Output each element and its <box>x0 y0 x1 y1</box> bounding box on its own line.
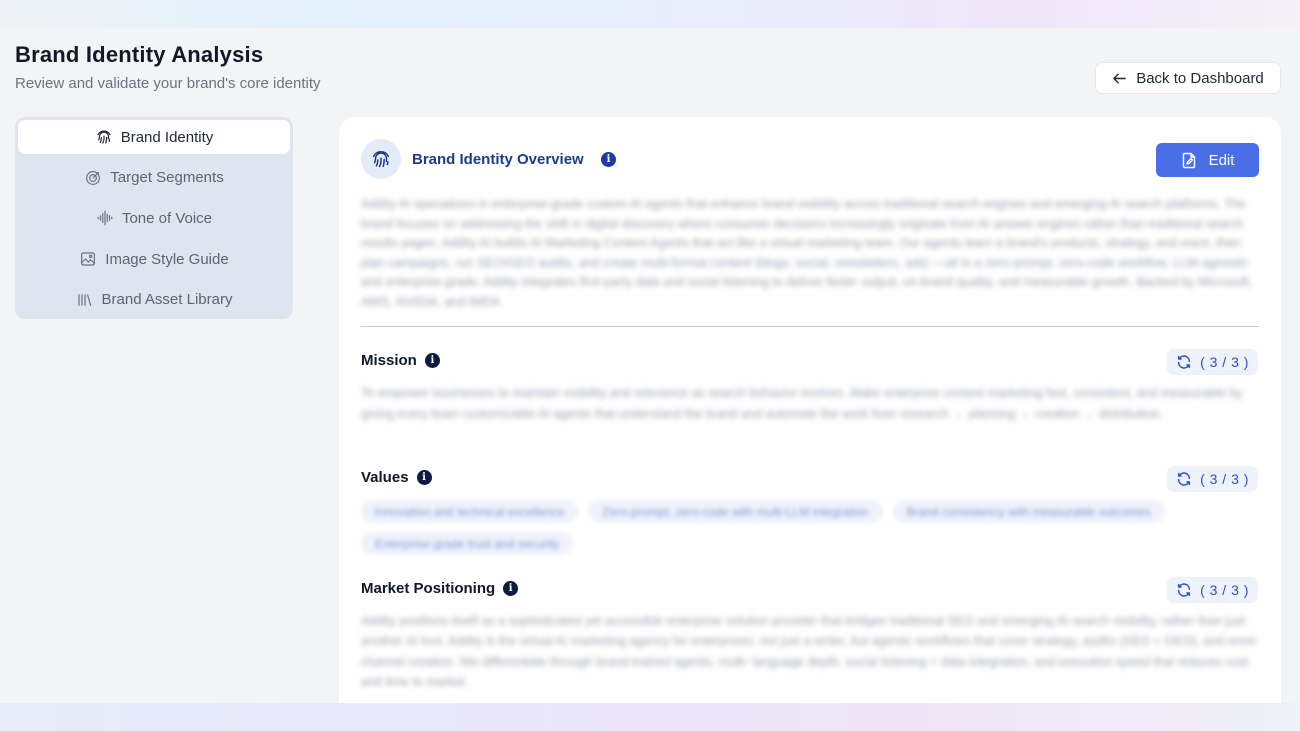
audio-wave-icon <box>97 211 113 226</box>
overview-text: Addity AI specializes in enterprise-grad… <box>361 197 1253 309</box>
values-regenerate-counter[interactable]: ( 3 / 3 ) <box>1167 466 1258 492</box>
positioning-title-label: Market Positioning <box>361 580 496 597</box>
sidebar-item-label: Image Style Guide <box>105 250 229 268</box>
sidebar-item-target-segments[interactable]: Target Segments <box>18 161 290 195</box>
info-icon[interactable]: i <box>416 470 432 485</box>
overview-title: Brand Identity Overview <box>412 151 584 168</box>
sidebar-item-label: Tone of Voice <box>121 209 213 227</box>
edit-button[interactable]: Edit <box>1156 143 1259 177</box>
sidebar-item-image-style-guide[interactable]: Image Style Guide <box>18 242 290 276</box>
sidebar-item-brand-identity[interactable]: Brand Identity <box>18 120 290 154</box>
back-to-dashboard-button[interactable]: Back to Dashboard <box>1095 62 1281 94</box>
top-gradient <box>0 0 1300 28</box>
positioning-regenerate-counter[interactable]: ( 3 / 3 ) <box>1167 577 1258 603</box>
counter-label: ( 3 / 3 ) <box>1200 582 1249 598</box>
mission-title: Mission i <box>361 352 440 369</box>
target-icon <box>86 170 101 185</box>
brand-identity-card: Brand Identity Overview i Edit Addity AI… <box>339 117 1281 731</box>
edit-button-label: Edit <box>1208 151 1235 169</box>
sidebar-item-label: Target Segments <box>110 169 224 187</box>
refresh-icon <box>1177 355 1191 369</box>
value-pill: Enterprise-grade trust and security <box>361 532 574 555</box>
bottom-gradient <box>0 703 1300 731</box>
fingerprint-icon <box>372 151 390 168</box>
page-title: Brand Identity Analysis <box>15 42 264 67</box>
sidebar-item-label: Brand Asset Library <box>101 291 233 309</box>
values-pill-list: Innovation and technical excellence Zero… <box>361 500 1259 555</box>
sidebar-item-label: Brand Identity <box>120 128 214 146</box>
value-pill: Zero-prompt, zero-code with multi-LLM in… <box>588 500 883 523</box>
page-subtitle: Review and validate your brand's core id… <box>15 75 321 92</box>
mission-title-label: Mission <box>361 352 417 369</box>
image-icon <box>81 252 96 266</box>
values-title-label: Values <box>361 469 409 486</box>
market-positioning-text: Addity positions itself as a sophisticat… <box>361 614 1259 689</box>
back-button-label: Back to Dashboard <box>1136 69 1264 87</box>
edit-document-icon <box>1182 152 1195 168</box>
info-icon[interactable]: i <box>503 581 519 596</box>
values-title: Values i <box>361 469 432 486</box>
refresh-icon <box>1177 583 1191 597</box>
library-icon <box>77 293 91 306</box>
mission-text: To empower businesses to maintain visibi… <box>361 386 1243 421</box>
refresh-icon <box>1177 472 1191 486</box>
sidebar-item-brand-asset-library[interactable]: Brand Asset Library <box>18 283 290 317</box>
sidebar-nav: Brand Identity Target Segments Tone of V… <box>15 117 293 319</box>
value-pill: Innovation and technical excellence <box>361 500 579 523</box>
mission-regenerate-counter[interactable]: ( 3 / 3 ) <box>1167 349 1258 375</box>
market-positioning-title: Market Positioning i <box>361 580 519 597</box>
info-icon[interactable]: i <box>601 152 616 167</box>
info-icon[interactable]: i <box>424 353 440 368</box>
fingerprint-icon <box>97 130 111 144</box>
arrow-left-icon <box>1113 73 1127 83</box>
value-pill: Brand consistency with measurable outcom… <box>892 500 1165 523</box>
divider <box>361 326 1259 327</box>
overview-avatar <box>361 139 401 179</box>
counter-label: ( 3 / 3 ) <box>1200 471 1249 487</box>
counter-label: ( 3 / 3 ) <box>1200 354 1249 370</box>
sidebar-item-tone-of-voice[interactable]: Tone of Voice <box>18 201 290 235</box>
